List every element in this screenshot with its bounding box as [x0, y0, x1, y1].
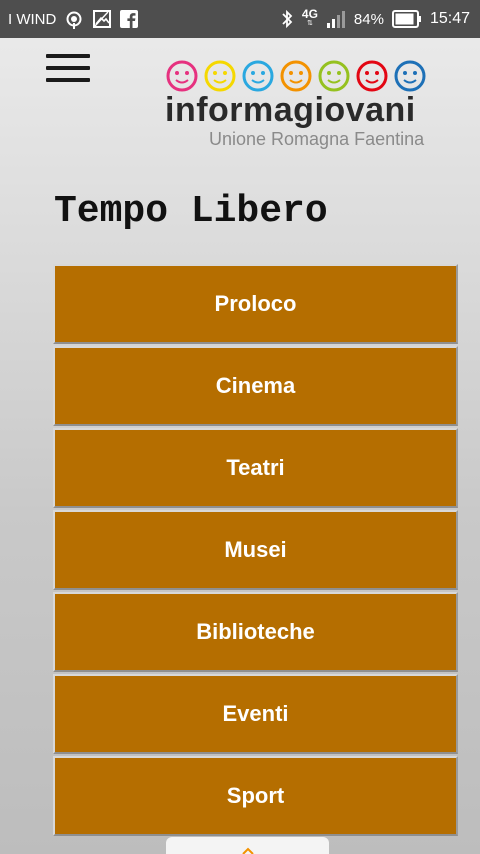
logo-face-icon — [204, 60, 236, 92]
informagiovani-logo: informagiovani Unione Romagna Faentina — [165, 59, 445, 154]
network-arrows-icon: ⇅ — [306, 20, 313, 27]
chevron-up-icon — [241, 847, 254, 854]
signal-icon — [326, 10, 346, 28]
bluetooth-icon — [280, 9, 294, 29]
network-label: 4G — [301, 7, 318, 21]
carrier-label: I WIND — [8, 10, 57, 28]
status-bar: I WIND 4G ⇅ 84% 15:47 — [0, 0, 480, 38]
status-right: 4G ⇅ 84% 15:47 — [280, 7, 470, 29]
logo-face-icon — [394, 60, 426, 92]
logo-face-icon — [166, 60, 198, 92]
menu-line — [46, 54, 90, 58]
logo-faces — [165, 59, 445, 93]
menu-line — [46, 78, 90, 82]
network-type: 4G ⇅ — [301, 7, 318, 29]
status-left: I WIND — [8, 9, 139, 29]
hotspot-icon — [64, 9, 84, 29]
logo-face-icon — [280, 60, 312, 92]
logo-face-icon — [242, 60, 274, 92]
menu-button-musei[interactable]: Musei — [53, 510, 458, 590]
scroll-up-tab[interactable] — [166, 837, 329, 854]
category-button-list: Proloco Cinema Teatri Musei Biblioteche … — [53, 264, 458, 838]
menu-button-biblioteche[interactable]: Biblioteche — [53, 592, 458, 672]
clock: 15:47 — [429, 10, 470, 27]
menu-button-cinema[interactable]: Cinema — [53, 346, 458, 426]
battery-percent: 84% — [353, 10, 384, 28]
menu-button-sport[interactable]: Sport — [53, 756, 458, 836]
logo-face-icon — [356, 60, 388, 92]
page-title: Tempo Libero — [54, 190, 328, 233]
hamburger-menu-button[interactable] — [46, 52, 90, 84]
menu-button-eventi[interactable]: Eventi — [53, 674, 458, 754]
menu-button-proloco[interactable]: Proloco — [53, 264, 458, 344]
facebook-icon — [120, 10, 139, 28]
logo-face-icon — [318, 60, 350, 92]
image-icon — [92, 9, 112, 29]
menu-line — [46, 66, 90, 70]
menu-button-teatri[interactable]: Teatri — [53, 428, 458, 508]
battery-icon — [391, 10, 422, 28]
logo-wordmark: informagiovani — [165, 91, 416, 129]
logo-subtitle: Unione Romagna Faentina — [209, 129, 425, 149]
